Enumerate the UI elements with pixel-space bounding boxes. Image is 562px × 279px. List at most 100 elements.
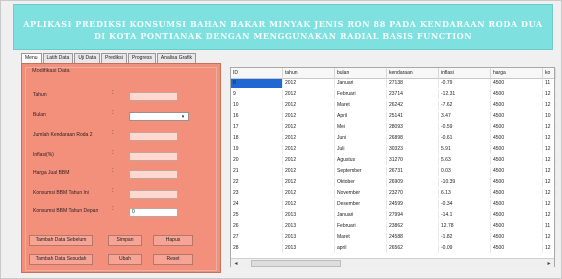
cell-konsumsi[interactable]: 12 xyxy=(543,244,556,253)
cell-id[interactable]: 23 xyxy=(231,189,283,198)
table-row[interactable]: 28 2013 april 26562 -0.09 4500 12 xyxy=(231,244,556,253)
cell-kendaraan[interactable]: 23714 xyxy=(387,90,439,99)
table-row[interactable]: 8 2012 Januari 27138 -0.79 4500 11 xyxy=(231,79,556,88)
cell-kendaraan[interactable]: 30323 xyxy=(387,145,439,154)
reset-button[interactable]: Reset xyxy=(153,254,193,265)
cell-id[interactable]: 17 xyxy=(231,123,283,132)
cell-konsumsi[interactable]: 10 xyxy=(543,112,556,121)
cell-bulan[interactable]: September xyxy=(335,167,387,176)
cell-tahun[interactable]: 2013 xyxy=(283,244,335,253)
cell-tahun[interactable]: 2012 xyxy=(283,145,335,154)
cell-bulan[interactable]: Januari xyxy=(335,79,387,88)
cell-inflasi[interactable]: -7.62 xyxy=(439,101,491,110)
column-header-tahun[interactable]: tahun xyxy=(283,68,335,79)
column-header-harga[interactable]: harga xyxy=(491,68,543,79)
cell-id[interactable]: 28 xyxy=(231,244,283,253)
cell-kendaraan[interactable]: 26242 xyxy=(387,101,439,110)
cell-harga[interactable]: 4500 xyxy=(491,156,543,165)
cell-bulan[interactable]: November xyxy=(335,189,387,198)
cell-bulan[interactable]: Juni xyxy=(335,134,387,143)
cell-harga[interactable]: 4500 xyxy=(491,233,543,242)
cell-id[interactable]: 18 xyxy=(231,134,283,143)
cell-harga[interactable]: 4500 xyxy=(491,79,543,88)
cell-tahun[interactable]: 2012 xyxy=(283,167,335,176)
cell-kendaraan[interactable]: 23862 xyxy=(387,222,439,231)
cell-tahun[interactable]: 2012 xyxy=(283,134,335,143)
cell-inflasi[interactable]: -0.09 xyxy=(439,244,491,253)
cell-konsumsi[interactable]: 12 xyxy=(543,200,556,209)
cell-tahun[interactable]: 2012 xyxy=(283,123,335,132)
cell-konsumsi[interactable]: 12 xyxy=(543,90,556,99)
cell-harga[interactable]: 4500 xyxy=(491,134,543,143)
cell-konsumsi[interactable]: 12 xyxy=(543,134,556,143)
cell-bulan[interactable]: Maret xyxy=(335,101,387,110)
cell-inflasi[interactable]: 3.47 xyxy=(439,112,491,121)
cell-bulan[interactable]: Desember xyxy=(335,200,387,209)
horizontal-scrollbar[interactable]: ◂ ▸ xyxy=(231,258,554,268)
cell-harga[interactable]: 4500 xyxy=(491,112,543,121)
column-header-id[interactable]: ID xyxy=(231,68,283,79)
cell-bulan[interactable]: Maret xyxy=(335,233,387,242)
simpan-button[interactable]: Simpan xyxy=(108,235,142,246)
cell-bulan[interactable]: Juli xyxy=(335,145,387,154)
scroll-thumb[interactable] xyxy=(251,260,341,267)
column-header-bulan[interactable]: bulan xyxy=(335,68,387,79)
cell-inflasi[interactable]: -14.1 xyxy=(439,211,491,220)
cell-harga[interactable]: 4500 xyxy=(491,167,543,176)
inflasi-input[interactable] xyxy=(129,152,178,161)
cell-inflasi[interactable]: -0.61 xyxy=(439,134,491,143)
cell-inflasi[interactable]: 12.78 xyxy=(439,222,491,231)
cell-tahun[interactable]: 2012 xyxy=(283,200,335,209)
cell-konsumsi[interactable]: 12 xyxy=(543,101,556,110)
cell-bulan[interactable]: Januari xyxy=(335,211,387,220)
cell-harga[interactable]: 4500 xyxy=(491,222,543,231)
cell-id[interactable]: 21 xyxy=(231,167,283,176)
cell-tahun[interactable]: 2013 xyxy=(283,211,335,220)
cell-inflasi[interactable]: -12.31 xyxy=(439,90,491,99)
cell-id[interactable]: 19 xyxy=(231,145,283,154)
cell-konsumsi[interactable]: 12 xyxy=(543,156,556,165)
cell-kendaraan[interactable]: 26562 xyxy=(387,244,439,253)
cell-kendaraan[interactable]: 31270 xyxy=(387,156,439,165)
cell-id[interactable]: 20 xyxy=(231,156,283,165)
hapus-button[interactable]: Hapus xyxy=(153,235,193,246)
cell-bulan[interactable]: Februari xyxy=(335,90,387,99)
tahun-input[interactable] xyxy=(129,92,178,101)
cell-kendaraan[interactable]: 26909 xyxy=(387,178,439,187)
cell-inflasi[interactable]: -0.59 xyxy=(439,123,491,132)
data-grid[interactable]: ID tahun bulan kendaraan inflasi harga k… xyxy=(230,67,556,268)
table-row[interactable]: 20 2012 Agustus 31270 5.63 4500 12 xyxy=(231,156,556,165)
tambah-data-sesudah-button[interactable]: Tambah Data Sesudah xyxy=(29,254,93,265)
cell-harga[interactable]: 4500 xyxy=(491,178,543,187)
tambah-data-sebelum-button[interactable]: Tambah Data Sebelum xyxy=(29,235,93,246)
column-header-kendaraan[interactable]: kendaraan xyxy=(387,68,439,79)
cell-harga[interactable]: 4500 xyxy=(491,189,543,198)
cell-konsumsi[interactable]: 12 xyxy=(543,123,556,132)
cell-kendaraan[interactable]: 25141 xyxy=(387,112,439,121)
table-row[interactable]: 23 2012 November 23270 6.13 4500 12 xyxy=(231,189,556,198)
harga-input[interactable] xyxy=(129,170,178,179)
table-row[interactable]: 26 2013 Februari 23862 12.78 4500 11 xyxy=(231,222,556,231)
cell-inflasi[interactable]: 5.63 xyxy=(439,156,491,165)
cell-konsumsi[interactable]: 12 xyxy=(543,189,556,198)
table-row[interactable]: 18 2012 Juni 26898 -0.61 4500 12 xyxy=(231,134,556,143)
table-row[interactable]: 17 2012 Mei 28093 -0.59 4500 12 xyxy=(231,123,556,132)
cell-harga[interactable]: 4500 xyxy=(491,145,543,154)
cell-id[interactable]: 25 xyxy=(231,211,283,220)
jumlah-kendaraan-input[interactable] xyxy=(129,132,178,141)
cell-id[interactable]: 26 xyxy=(231,222,283,231)
cell-konsumsi[interactable]: 12 xyxy=(543,167,556,176)
konsumsi-ini-input[interactable] xyxy=(129,190,178,199)
cell-bulan[interactable]: Februari xyxy=(335,222,387,231)
cell-harga[interactable]: 4500 xyxy=(491,90,543,99)
cell-kendaraan[interactable]: 24599 xyxy=(387,200,439,209)
cell-id[interactable]: 8 xyxy=(231,79,283,88)
table-row[interactable]: 19 2012 Juli 30323 5.91 4500 12 xyxy=(231,145,556,154)
cell-bulan[interactable]: april xyxy=(335,244,387,253)
cell-tahun[interactable]: 2013 xyxy=(283,233,335,242)
cell-kendaraan[interactable]: 27138 xyxy=(387,79,439,88)
cell-tahun[interactable]: 2012 xyxy=(283,189,335,198)
table-row[interactable]: 10 2012 Maret 26242 -7.62 4500 12 xyxy=(231,101,556,110)
column-header-inflasi[interactable]: inflasi xyxy=(439,68,491,79)
cell-harga[interactable]: 4500 xyxy=(491,211,543,220)
